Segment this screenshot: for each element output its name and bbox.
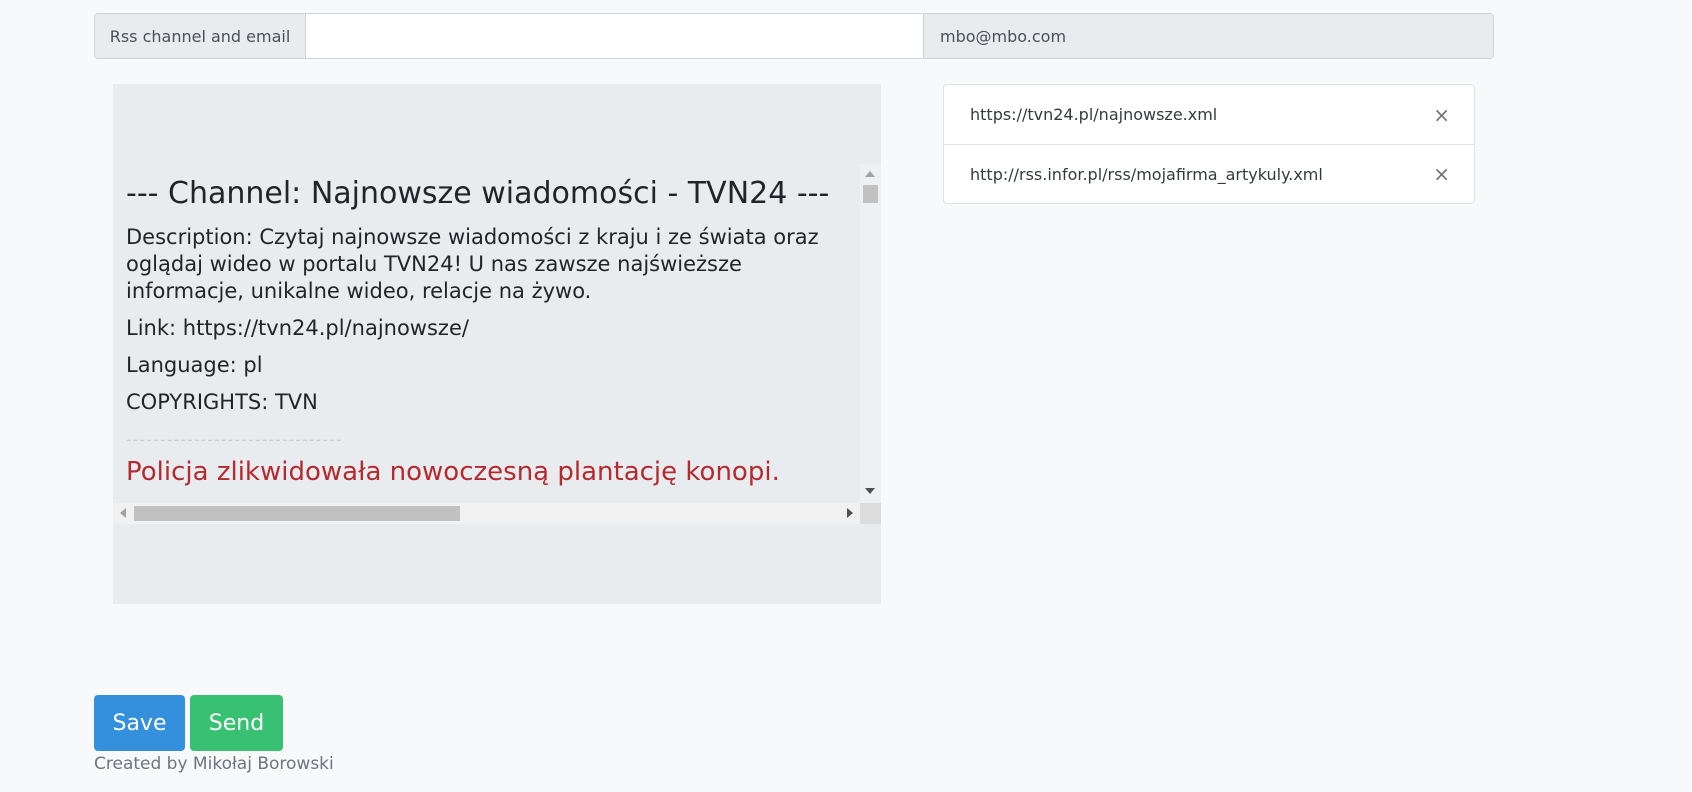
feed-item-title: Policja zlikwidowała nowoczesną plantacj… <box>126 457 780 487</box>
horizontal-scroll-thumb[interactable] <box>134 506 460 521</box>
list-item: https://tvn24.pl/najnowsze.xml × <box>944 85 1474 144</box>
feed-divider: -------------------------------- <box>126 430 343 449</box>
rss-channel-input[interactable] <box>306 14 923 58</box>
channel-description: Description: Czytaj najnowsze wiadomości… <box>126 225 819 303</box>
vertical-scrollbar[interactable] <box>860 164 881 503</box>
close-icon[interactable]: × <box>1433 164 1450 184</box>
close-icon[interactable]: × <box>1433 105 1450 125</box>
scroll-down-arrow-icon[interactable] <box>865 488 875 494</box>
save-button[interactable]: Save <box>94 695 185 751</box>
horizontal-scrollbar[interactable] <box>113 503 860 524</box>
scroll-up-arrow-icon[interactable] <box>865 171 875 177</box>
channel-heading: --- Channel: Najnowsze wiadomości - TVN2… <box>126 176 830 211</box>
scrollbar-corner <box>860 503 881 524</box>
rss-email-input-group: Rss channel and email mbo@mbo.com <box>94 13 1494 59</box>
channel-language: Language: pl <box>126 353 263 377</box>
feed-content: --- Channel: Najnowsze wiadomości - TVN2… <box>126 164 860 496</box>
scroll-left-arrow-icon[interactable] <box>120 508 126 518</box>
input-group-label: Rss channel and email <box>95 14 306 58</box>
channel-url: http://rss.infor.pl/rss/mojafirma_artyku… <box>970 164 1323 184</box>
channel-url: https://tvn24.pl/najnowsze.xml <box>970 105 1218 124</box>
send-button[interactable]: Send <box>190 695 283 751</box>
footer-credit: Created by Mikołaj Borowski <box>94 754 334 774</box>
channel-link: Link: https://tvn24.pl/najnowsze/ <box>126 316 469 340</box>
channel-list: https://tvn24.pl/najnowsze.xml × http://… <box>943 84 1475 204</box>
scroll-right-arrow-icon[interactable] <box>847 508 853 518</box>
list-item: http://rss.infor.pl/rss/mojafirma_artyku… <box>944 144 1474 203</box>
channel-copyrights: COPYRIGHTS: TVN <box>126 390 318 414</box>
vertical-scroll-thumb[interactable] <box>863 185 878 203</box>
feed-viewport: --- Channel: Najnowsze wiadomości - TVN2… <box>113 164 860 503</box>
feed-scroll-area[interactable]: --- Channel: Najnowsze wiadomości - TVN2… <box>113 164 881 608</box>
email-field[interactable]: mbo@mbo.com <box>923 14 1493 58</box>
feed-panel: --- Channel: Najnowsze wiadomości - TVN2… <box>113 84 881 604</box>
